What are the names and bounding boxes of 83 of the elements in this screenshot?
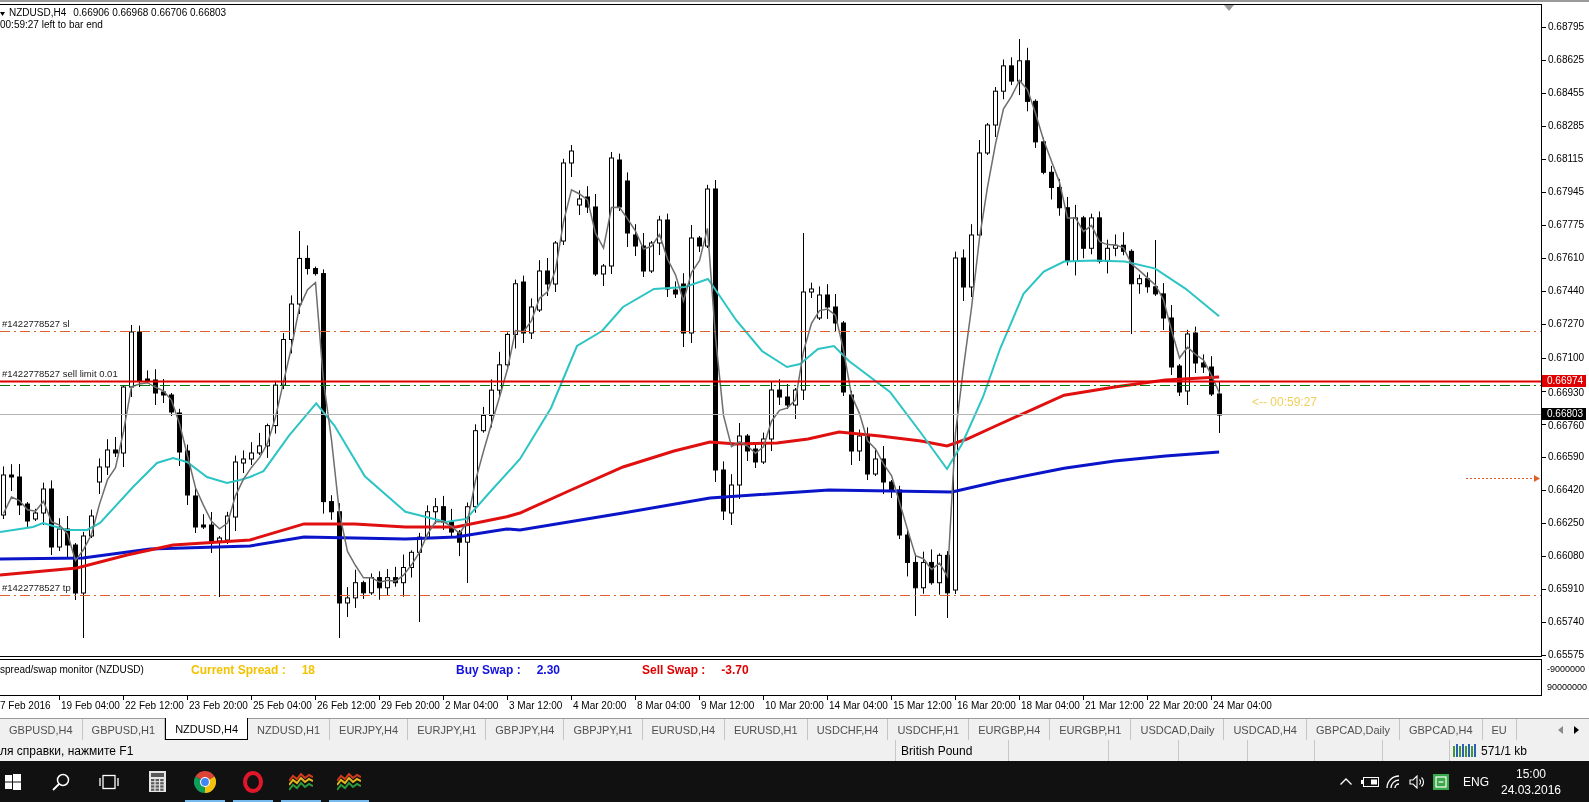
price-tick-label: 0.67775: [1548, 219, 1585, 232]
connection-bars-icon: [1453, 744, 1477, 757]
time-tick-label: 10 Mar 20:00: [765, 700, 824, 712]
battery-icon[interactable]: [1361, 776, 1379, 787]
price-tick-label: 0.68795: [1548, 20, 1585, 33]
price-tick-label: 0.66250: [1548, 517, 1585, 529]
caret-right-icon: [1573, 725, 1579, 734]
time-tick-label: 22 Mar 20:00: [1149, 700, 1208, 712]
time-tick-label: 9 Mar 12:00: [701, 700, 755, 712]
chevron-up-icon: [1340, 778, 1352, 785]
time-tick-label: 29 Feb 20:00: [381, 700, 440, 712]
indicator-field-value: 2.30: [536, 663, 561, 677]
indicator-title: spread/swap monitor (NZDUSD): [0, 663, 145, 676]
price-tick-label: 0.67100: [1548, 351, 1585, 364]
time-tick-label: 4 Mar 20:00: [573, 700, 627, 712]
time-tick-label: 24 Mar 04:00: [1213, 700, 1272, 712]
price-tick-label: 0.66420: [1548, 483, 1585, 496]
wifi-icon[interactable]: [1386, 774, 1402, 789]
order-line-label: #1422778527 sell limit 0.01: [2, 368, 118, 379]
price-tick-label: 0.68625: [1548, 53, 1585, 66]
bar-timer-text: 00:59:27 left to bar end: [0, 19, 103, 31]
price-tick-label: 0.67610: [1548, 252, 1585, 265]
time-tick-label: 7 Feb 2016: [0, 700, 51, 712]
status-symbol-text: British Pound: [901, 743, 973, 758]
price-tick-label: 0.68455: [1548, 86, 1585, 99]
time-tick-label: 25 Feb 04:00: [253, 700, 312, 712]
ohlc-values: 0.66906 0.66968 0.66706 0.66803: [73, 7, 227, 19]
price-tick-label: 0.68115: [1548, 152, 1584, 165]
tray-app-icon[interactable]: [1433, 773, 1449, 790]
time-tick-label: 15 Mar 12:00: [893, 700, 952, 712]
indicator-field-value: -3.70: [721, 663, 749, 677]
time-tick-label: 8 Mar 04:00: [637, 700, 691, 712]
indicator-axis-label: -9000000: [1547, 664, 1586, 675]
time-tick-label: 19 Feb 04:00: [61, 700, 120, 712]
language-indicator[interactable]: ENG: [1454, 774, 1498, 789]
dropdown-triangle-icon[interactable]: [0, 12, 5, 16]
clock-time[interactable]: 15:00: [1516, 765, 1546, 782]
indicator-field-value: 18: [301, 663, 316, 677]
chart-shift-triangle-icon[interactable]: [1224, 5, 1234, 11]
price-tick-label: 0.65575: [1548, 649, 1585, 662]
indicator-field-label: Sell Swap :: [642, 663, 706, 677]
time-tick-label: 14 Mar 04:00: [829, 700, 888, 712]
chart-app-icon: [337, 772, 361, 791]
browser-icon: [194, 770, 216, 793]
price-tick-label: 0.68285: [1548, 119, 1585, 132]
time-tick-label: 23 Feb 20:00: [189, 700, 248, 712]
price-tick-label: 0.65910: [1548, 583, 1585, 596]
caret-left-icon: [1557, 725, 1563, 734]
clock-date[interactable]: 24.03.2016: [1500, 781, 1562, 798]
calculator-icon: [148, 771, 166, 792]
price-tick-label: 0.66590: [1548, 450, 1585, 463]
time-tick-label: 2 Mar 04:00: [445, 700, 499, 712]
price-tick-label: 0.67440: [1548, 285, 1585, 298]
time-tick-label: 21 Mar 12:00: [1085, 700, 1144, 712]
order-line-label: #1422778527 tp: [2, 582, 71, 593]
time-tick-label: 3 Mar 12:00: [509, 700, 563, 712]
time-tick-label: 16 Mar 20:00: [957, 700, 1016, 712]
search-icon: [52, 772, 70, 791]
time-tick-label: 22 Feb 12:00: [125, 700, 184, 712]
price-tick-label: 0.67270: [1548, 318, 1585, 331]
order-line-label: #1422778527 sl: [2, 318, 70, 329]
time-tick-label: 18 Mar 04:00: [1021, 700, 1080, 712]
ring-logo-icon: [243, 770, 263, 793]
bid-price-badge: 0.66803: [1542, 408, 1587, 420]
chart-tab[interactable]: NZDUSD,H4: [165, 718, 249, 740]
indicator-axis-label: 90000000: [1547, 682, 1588, 693]
price-tick-label: 0.66760: [1548, 420, 1585, 432]
price-tick-label: 0.66080: [1548, 550, 1585, 563]
traffic-text: 571/1 kb: [1481, 743, 1528, 758]
price-tick-label: 0.66930: [1548, 387, 1585, 399]
order-price-badge: 0.66974: [1542, 375, 1587, 387]
time-tick-label: 26 Feb 12:00: [317, 700, 376, 712]
windows-logo-icon: [5, 773, 21, 790]
chart-app-icon: [289, 772, 313, 791]
status-help-text: ля справки, нажмите F1: [0, 743, 134, 758]
indicator-field-label: Current Spread :: [191, 663, 286, 677]
symbol-label: NZDUSD,H4: [9, 7, 67, 19]
speaker-icon[interactable]: [1409, 774, 1425, 789]
task-view-icon: [99, 773, 119, 790]
price-tick-label: 0.65740: [1548, 616, 1585, 629]
indicator-field-label: Buy Swap :: [456, 663, 521, 677]
countdown-text: <-- 00:59:27: [1252, 395, 1318, 409]
price-tick-label: 0.67945: [1548, 186, 1585, 198]
